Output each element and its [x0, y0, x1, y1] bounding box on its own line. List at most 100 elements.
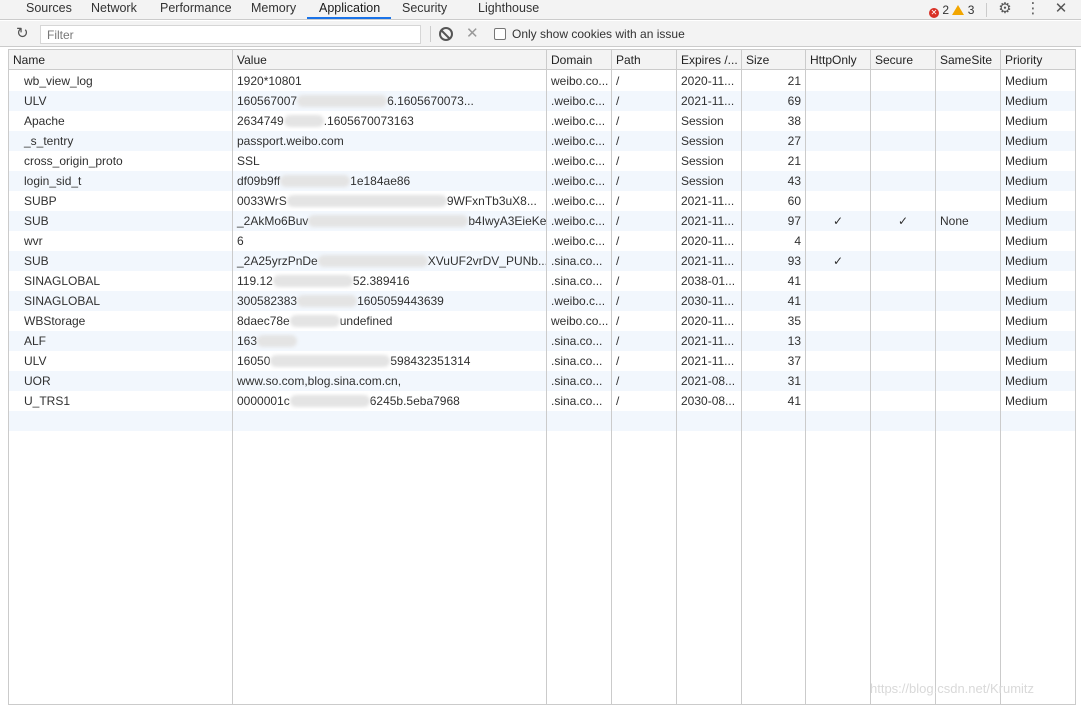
active-tab-indicator: [307, 17, 391, 19]
only-issues-label[interactable]: Only show cookies with an issue: [512, 27, 685, 41]
cell-value: SSL: [237, 154, 260, 168]
tab-performance[interactable]: Performance: [160, 0, 232, 20]
cell-samesite: [936, 251, 1000, 271]
cell-httponly: [806, 111, 870, 131]
redacted-region: [272, 275, 353, 287]
column-header-size[interactable]: Size: [742, 50, 805, 70]
table-row[interactable]: UOR www.so.com,blog.sina.com.cn, .sina.co.…: [9, 371, 1075, 391]
cell-priority: Medium: [1005, 214, 1048, 228]
cell-domain: .weibo.c...: [551, 94, 606, 108]
cell-value: 300582383 1605059443639: [233, 291, 546, 311]
cell-domain: .sina.co...: [551, 274, 603, 288]
cell-path: /: [616, 354, 620, 368]
cell-path: /: [616, 234, 620, 248]
table-row[interactable]: login_sid_t df09b9ff 1e184ae86 .weibo.c... /…: [9, 171, 1075, 191]
table-row[interactable]: SUB _2A25yrzPnDe XVuUF2vrDV_PUNb... .sina.c…: [9, 251, 1075, 271]
cell-size: 60: [787, 194, 801, 208]
table-row[interactable]: cross_origin_proto SSL .weibo.c... / Session…: [9, 151, 1075, 171]
cell-name: U_TRS1: [24, 394, 71, 408]
tab-sources[interactable]: Sources: [26, 0, 72, 20]
only-issues-checkbox[interactable]: [494, 28, 506, 40]
cell-name: login_sid_t: [24, 174, 82, 188]
cell-expires: Session: [681, 114, 724, 128]
cell-size: 31: [787, 374, 801, 388]
column-header-expires[interactable]: Expires /...: [677, 50, 741, 70]
column-header-httponly[interactable]: HttpOnly: [806, 50, 870, 70]
column-header-path[interactable]: Path: [612, 50, 676, 70]
tab-lighthouse[interactable]: Lighthouse: [478, 0, 539, 20]
cell-expires: Session: [681, 174, 724, 188]
cell-value: 0000001c 6245b.5eba7968: [233, 391, 546, 411]
kebab-menu-icon[interactable]: ⋮: [1024, 0, 1042, 20]
table-row[interactable]: SUBP 0033WrS 9WFxnTb3uX8... .weibo.c... / 202…: [9, 191, 1075, 211]
cell-value-visible-end: 9WFxnTb3uX8...: [446, 194, 537, 208]
column-header-samesite[interactable]: SameSite: [936, 50, 1000, 70]
cell-expires: 2021-11...: [681, 354, 735, 368]
cell-name: SUB: [24, 214, 49, 228]
cell-expires: 2021-11...: [681, 194, 735, 208]
table-row[interactable]: Apache 2634749 .1605670073163 .weibo.c... / S…: [9, 111, 1075, 131]
cell-samesite: [936, 131, 1000, 151]
cell-domain: .weibo.c...: [551, 114, 606, 128]
table-row[interactable]: SINAGLOBAL 300582383 1605059443639 .weibo.c…: [9, 291, 1075, 311]
cell-samesite: [936, 91, 1000, 111]
cell-name: SUB: [24, 254, 49, 268]
filter-input[interactable]: [40, 25, 421, 44]
cell-expires: Session: [681, 134, 724, 148]
table-header: Name Value Domain Path Expires /... Size…: [9, 50, 1075, 70]
cell-expires: 2021-11...: [681, 94, 735, 108]
cell-path: /: [616, 374, 620, 388]
gear-icon[interactable]: ⚙: [996, 0, 1014, 20]
cell-size: 35: [787, 314, 801, 328]
cell-value: 163: [233, 331, 546, 351]
refresh-icon[interactable]: ↻: [16, 24, 29, 42]
close-icon[interactable]: ✕: [1052, 0, 1070, 20]
redacted-region: [297, 295, 358, 307]
table-row[interactable]: ALF 163 .sina.co... / 2021-11... 13 Medium: [9, 331, 1075, 351]
table-row[interactable]: wb_view_log 1920*10801 weibo.co... / 2020-11…: [9, 71, 1075, 91]
issue-counts[interactable]: ✕ 2 3: [929, 2, 974, 18]
cell-value-visible-end: 598432351314: [390, 354, 471, 368]
table-row[interactable]: _s_tentry passport.weibo.com .weibo.c... / S…: [9, 131, 1075, 151]
tab-network[interactable]: Network: [91, 0, 137, 20]
cell-secure: [871, 271, 935, 291]
column-header-domain[interactable]: Domain: [547, 50, 611, 70]
table-row[interactable]: SINAGLOBAL 119.12 52.389416 .sina.co... / 203…: [9, 271, 1075, 291]
block-icon[interactable]: [439, 27, 453, 41]
tab-security[interactable]: Security: [402, 0, 447, 20]
cell-name: SINAGLOBAL: [24, 274, 101, 288]
cell-expires: 2020-11...: [681, 234, 735, 248]
cell-size: 41: [787, 274, 801, 288]
cell-size: 4: [794, 234, 801, 248]
cell-samesite: [936, 351, 1000, 371]
clear-icon[interactable]: ✕: [466, 24, 479, 42]
column-header-value[interactable]: Value: [233, 50, 546, 70]
cell-expires: 2030-11...: [681, 294, 735, 308]
cell-size: 69: [787, 94, 801, 108]
column-divider: [741, 50, 742, 704]
cell-size: 37: [787, 354, 801, 368]
cell-path: /: [616, 74, 620, 88]
column-header-name[interactable]: Name: [9, 50, 232, 70]
cell-value: 1920*10801: [237, 74, 302, 88]
table-row[interactable]: SUB _2AkMo6Buv b4IwyA3EieKetOp0JR... .weibo…: [9, 211, 1075, 231]
cell-priority: Medium: [1005, 94, 1048, 108]
table-row[interactable]: U_TRS1 0000001c 6245b.5eba7968 .sina.co... /…: [9, 391, 1075, 411]
column-header-secure[interactable]: Secure: [871, 50, 935, 70]
cell-expires: 2020-11...: [681, 314, 735, 328]
table-row[interactable]: ULV 16050 598432351314 .sina.co... / 2021-11.…: [9, 351, 1075, 371]
column-header-priority[interactable]: Priority: [1001, 50, 1075, 70]
cell-samesite: None: [940, 214, 969, 228]
table-row[interactable]: WBStorage 8daec78e undefined weibo.co... / 20…: [9, 311, 1075, 331]
cell-value: www.so.com,blog.sina.com.cn,: [237, 374, 402, 388]
error-count: 2: [942, 3, 950, 17]
cell-value: _2A25yrzPnDe XVuUF2vrDV_PUNb...: [233, 251, 546, 271]
cell-httponly: [806, 91, 870, 111]
table-row[interactable]: wvr 6 .weibo.c... / 2020-11... 4 Medium: [9, 231, 1075, 251]
cell-secure: [871, 151, 935, 171]
cell-priority: Medium: [1005, 174, 1048, 188]
cell-samesite: [936, 191, 1000, 211]
table-row[interactable]: ULV 160567007 6.1605670073... .weibo.c... / 2…: [9, 91, 1075, 111]
table-row[interactable]: [9, 411, 1075, 431]
tab-memory[interactable]: Memory: [251, 0, 296, 20]
